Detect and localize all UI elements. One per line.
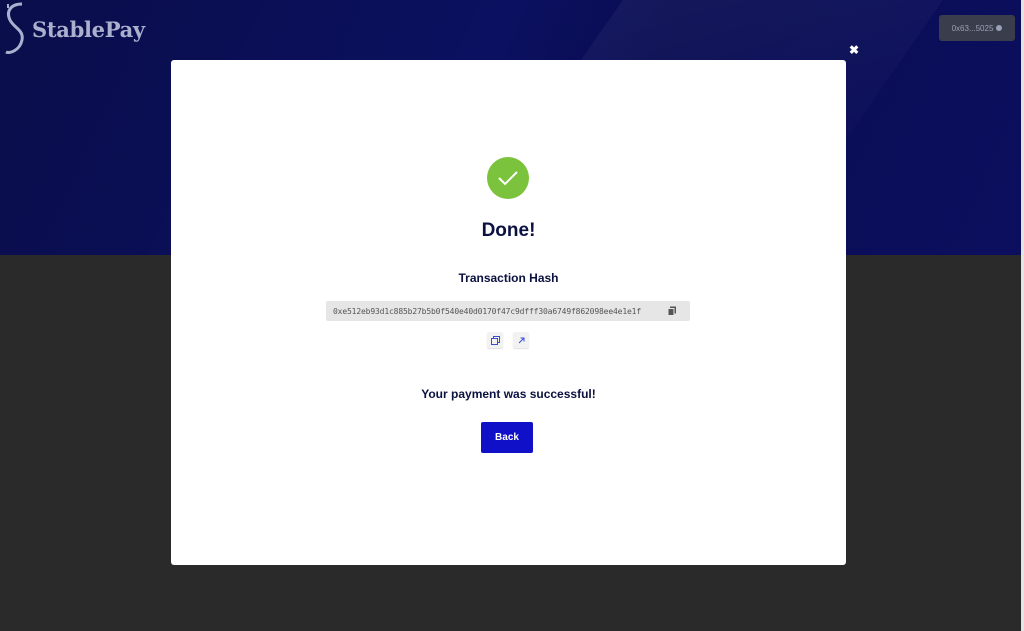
stablepay-s-logo-icon bbox=[5, 2, 24, 54]
transaction-hash-value: 0xe512eb93d1c885b27b5b0f540e40d0170f47c9… bbox=[333, 306, 641, 316]
checkmark-icon bbox=[487, 157, 529, 199]
back-button[interactable]: Back bbox=[481, 422, 533, 453]
copy-icon bbox=[490, 335, 500, 345]
logo-text: StablePay bbox=[32, 16, 145, 42]
close-icon[interactable]: ✖ bbox=[848, 43, 860, 57]
view-transaction-button[interactable] bbox=[513, 332, 529, 348]
copy-icon[interactable] bbox=[667, 306, 677, 316]
wallet-address-button[interactable]: 0x63...5025 bbox=[939, 15, 1015, 41]
external-link-icon bbox=[518, 337, 524, 343]
wallet-status-icon bbox=[996, 25, 1003, 31]
success-modal: Done! Transaction Hash 0xe512eb93d1c885b… bbox=[171, 60, 846, 565]
success-message: Your payment was successful! bbox=[421, 387, 596, 401]
wallet-address: 0x63...5025 bbox=[951, 23, 994, 33]
copy-hash-button[interactable] bbox=[487, 332, 503, 348]
logo[interactable]: StablePay bbox=[2, 2, 145, 56]
transaction-hash-label: Transaction Hash bbox=[458, 271, 559, 285]
modal-title: Done! bbox=[481, 220, 536, 241]
transaction-hash-field[interactable]: 0xe512eb93d1c885b27b5b0f540e40d0170f47c9… bbox=[326, 301, 690, 321]
